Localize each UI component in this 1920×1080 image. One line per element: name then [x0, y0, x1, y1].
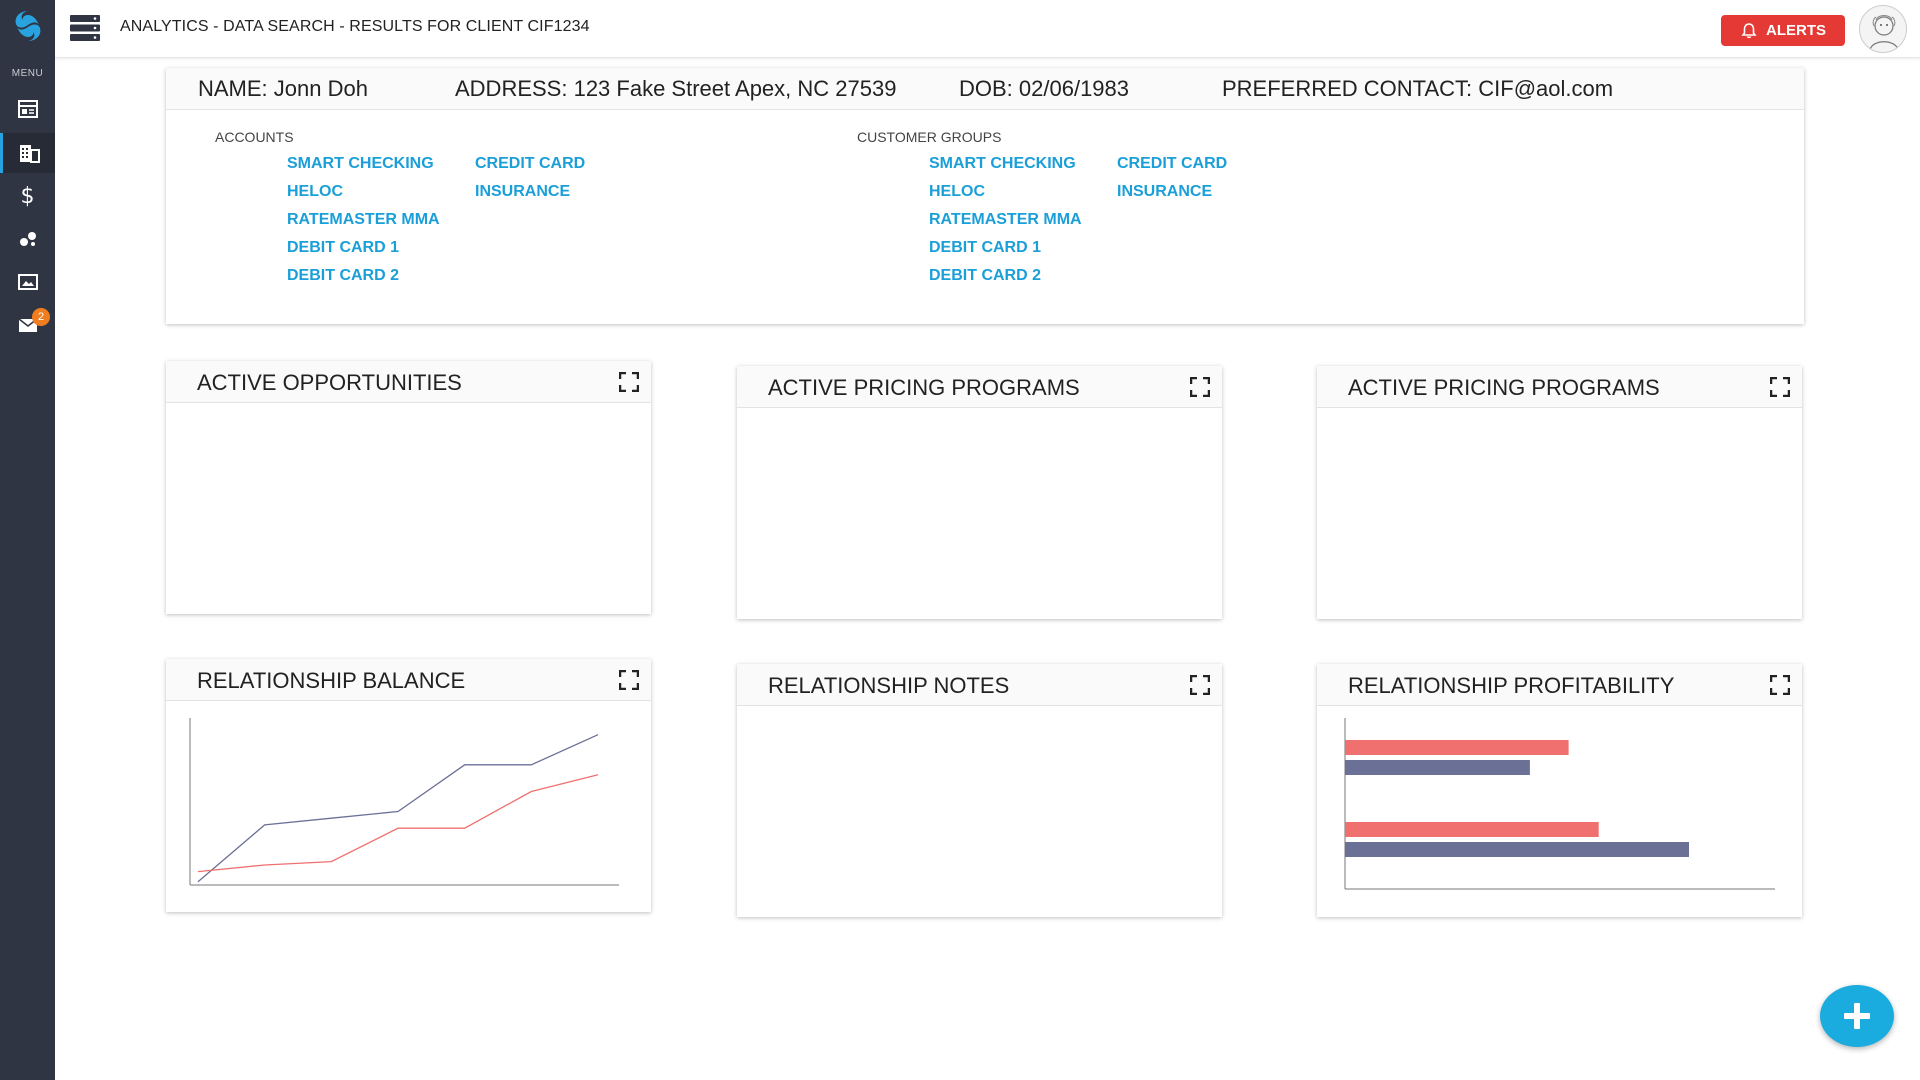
widget-body [166, 403, 651, 614]
widget-header: RELATIONSHIP PROFITABILITY [1317, 664, 1802, 706]
bar-2-1 [1345, 822, 1599, 837]
series-line-2 [197, 774, 599, 873]
widget-title: ACTIVE OPPORTUNITIES [197, 370, 462, 395]
widget-title: ACTIVE PRICING PROGRAMS [1348, 375, 1660, 400]
widget-body [1317, 408, 1802, 619]
user-avatar-icon [1869, 15, 1899, 51]
accounts-label: ACCOUNTS [215, 129, 294, 145]
widget-header: RELATIONSHIP NOTES [737, 664, 1222, 706]
client-info-card: NAME: Jonn Doh ADDRESS: 123 Fake Street … [166, 68, 1804, 324]
sidebar-item-dollar[interactable]: $ [0, 176, 55, 216]
account-link[interactable]: HELOC [287, 183, 343, 201]
avatar[interactable] [1859, 5, 1907, 53]
mail-badge: 2 [32, 308, 50, 326]
group-link[interactable]: DEBIT CARD 1 [929, 239, 1041, 257]
expand-icon[interactable] [619, 670, 639, 690]
bar-2-2 [1345, 842, 1689, 857]
widget-body [166, 701, 651, 912]
widget-title: RELATIONSHIP NOTES [768, 673, 1010, 698]
bar-1-1 [1345, 740, 1569, 755]
account-link[interactable]: DEBIT CARD 2 [287, 267, 399, 285]
group-link[interactable]: INSURANCE [1117, 183, 1212, 201]
expand-icon[interactable] [1770, 675, 1790, 695]
widget-header: RELATIONSHIP BALANCE [166, 659, 651, 701]
app-logo[interactable] [10, 8, 46, 44]
dollar-icon: $ [20, 183, 35, 209]
bubbles-icon [19, 232, 36, 246]
customer-groups-label: CUSTOMER GROUPS [857, 129, 1002, 145]
series-line-1 [197, 734, 599, 883]
page-title: ANALYTICS - DATA SEARCH - RESULTS FOR CL… [120, 18, 590, 35]
dashboard-icon [17, 100, 38, 118]
bell-icon [1741, 22, 1757, 38]
server-menu-icon[interactable] [70, 14, 100, 42]
group-link[interactable]: DEBIT CARD 2 [929, 267, 1041, 285]
expand-icon[interactable] [1770, 377, 1790, 397]
account-link[interactable]: DEBIT CARD 1 [287, 239, 399, 257]
widget-body [1317, 706, 1802, 917]
widget-relationship-notes: RELATIONSHIP NOTES [737, 664, 1222, 917]
sidebar-item-mail[interactable]: 2 [0, 305, 55, 345]
sidebar: MENU $ 2 [0, 0, 55, 1080]
relationship-profitability-chart [1344, 718, 1775, 890]
sidebar-item-bubbles[interactable] [0, 219, 55, 259]
expand-icon[interactable] [1190, 675, 1210, 695]
client-dob: DOB: 02/06/1983 [959, 76, 1130, 101]
relationship-balance-chart [189, 718, 619, 886]
widget-header: ACTIVE PRICING PROGRAMS [737, 366, 1222, 408]
widget-active-opportunities: ACTIVE OPPORTUNITIES [166, 361, 651, 614]
image-icon [17, 274, 38, 290]
client-contact: PREFERRED CONTACT: CIF@aol.com [1222, 76, 1614, 101]
client-info-bar: NAME: Jonn Doh ADDRESS: 123 Fake Street … [166, 68, 1804, 110]
sidebar-item-dashboard[interactable] [0, 89, 55, 129]
account-link[interactable]: SMART CHECKING [287, 155, 434, 173]
widget-header: ACTIVE OPPORTUNITIES [166, 361, 651, 403]
alerts-button[interactable]: ALERTS [1721, 15, 1845, 46]
account-link[interactable]: RATEMASTER MMA [287, 211, 440, 229]
widget-header: ACTIVE PRICING PROGRAMS [1317, 366, 1802, 408]
group-link[interactable]: HELOC [929, 183, 985, 201]
widget-body [737, 408, 1222, 619]
group-link[interactable]: CREDIT CARD [1117, 155, 1227, 173]
widget-title: RELATIONSHIP PROFITABILITY [1348, 673, 1675, 698]
top-header: ANALYTICS - DATA SEARCH - RESULTS FOR CL… [55, 0, 1920, 58]
widget-active-pricing-programs: ACTIVE PRICING PROGRAMS [737, 366, 1222, 619]
account-link[interactable]: CREDIT CARD [475, 155, 585, 173]
alerts-label: ALERTS [1766, 22, 1826, 39]
widget-title: ACTIVE PRICING PROGRAMS [768, 375, 1080, 400]
client-address: ADDRESS: 123 Fake Street Apex, NC 27539 [455, 76, 897, 101]
sidebar-item-image[interactable] [0, 262, 55, 302]
client-name: NAME: Jonn Doh [198, 76, 368, 101]
account-link[interactable]: INSURANCE [475, 183, 570, 201]
expand-icon[interactable] [1190, 377, 1210, 397]
menu-label: MENU [11, 68, 44, 79]
plus-icon [1844, 1003, 1870, 1029]
widget-title: RELATIONSHIP BALANCE [197, 668, 466, 693]
bar-1-2 [1345, 760, 1530, 775]
expand-icon[interactable] [619, 372, 639, 392]
widget-active-pricing-programs-2: ACTIVE PRICING PROGRAMS [1317, 366, 1802, 619]
widget-relationship-profitability: RELATIONSHIP PROFITABILITY [1317, 664, 1802, 917]
widget-body [737, 706, 1222, 917]
add-button[interactable] [1820, 985, 1894, 1047]
group-link[interactable]: RATEMASTER MMA [929, 211, 1082, 229]
building-icon [20, 145, 40, 163]
sidebar-item-building[interactable] [0, 133, 55, 173]
group-link[interactable]: SMART CHECKING [929, 155, 1076, 173]
widget-relationship-balance: RELATIONSHIP BALANCE [166, 659, 651, 912]
